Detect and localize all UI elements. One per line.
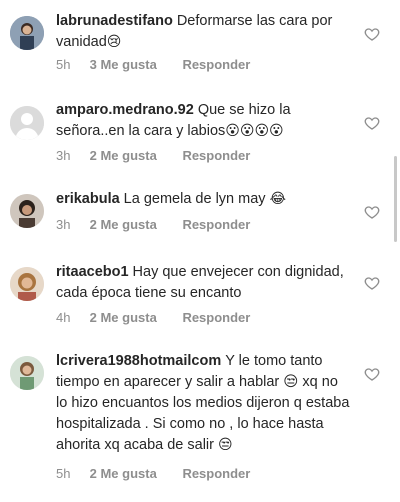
heart-outline-icon[interactable] <box>364 115 380 131</box>
comment-text: erikabula La gemela de lyn may 😂 <box>56 189 352 210</box>
comment-time: 4h <box>56 310 71 325</box>
comment-username[interactable]: ritaacebo1 <box>56 264 129 280</box>
reply-button[interactable]: Responder <box>182 466 250 481</box>
heart-outline-icon[interactable] <box>364 204 380 220</box>
comment-item: amparo.medrano.92 Que se hizo la señora..… <box>0 90 400 180</box>
comment-likes[interactable]: 2 Me gusta <box>90 148 157 163</box>
comment-likes[interactable]: 2 Me gusta <box>90 466 157 481</box>
comment-item: lcrivera1988hotmailcom Y le tomo tanto ti… <box>0 343 400 502</box>
comment-text: labrunadestifano Deformarse las cara por … <box>56 11 352 53</box>
comment-text: amparo.medrano.92 Que se hizo la señora..… <box>56 100 352 142</box>
comment-username[interactable]: labrunadestifano <box>56 13 173 29</box>
comment-item: erikabula La gemela de lyn may 😂 3h 2 Me … <box>0 180 400 260</box>
heart-outline-icon[interactable] <box>364 275 380 291</box>
comment-item: labrunadestifano Deformarse las cara por … <box>0 0 400 90</box>
comment-likes[interactable]: 2 Me gusta <box>90 310 157 325</box>
avatar-image <box>10 16 44 50</box>
comment-emoji: 😒 <box>218 437 233 453</box>
reply-button[interactable]: Responder <box>182 148 250 163</box>
comment-item: ritaacebo1 Hay que envejecer con dignidad… <box>0 258 400 343</box>
comment-likes[interactable]: 3 Me gusta <box>90 57 157 72</box>
user-avatar[interactable] <box>10 194 44 228</box>
comment-text: ritaacebo1 Hay que envejecer con dignidad… <box>56 262 352 304</box>
heart-outline-icon[interactable] <box>364 26 380 42</box>
reply-button[interactable]: Responder <box>182 310 250 325</box>
comment-meta: 3h 2 Me gusta Responder <box>56 217 250 232</box>
comment-meta: 5h 3 Me gusta Responder <box>56 57 250 72</box>
comment-body: La gemela de lyn may <box>123 191 266 207</box>
comment-text: lcrivera1988hotmailcom Y le tomo tanto ti… <box>56 351 352 456</box>
comment-likes[interactable]: 2 Me gusta <box>90 217 157 232</box>
comment-username[interactable]: lcrivera1988hotmailcom <box>56 353 221 369</box>
reply-button[interactable]: Responder <box>182 217 250 232</box>
avatar-image <box>10 267 44 301</box>
comment-meta: 5h 2 Me gusta Responder <box>56 466 250 481</box>
scrollbar-thumb[interactable] <box>394 156 397 242</box>
default-avatar-icon[interactable] <box>10 106 44 140</box>
comment-time: 3h <box>56 148 71 163</box>
avatar-image <box>10 194 44 228</box>
user-avatar[interactable] <box>10 16 44 50</box>
avatar-image <box>10 356 44 390</box>
comment-meta: 3h 2 Me gusta Responder <box>56 148 250 163</box>
heart-outline-icon[interactable] <box>364 366 380 382</box>
comment-emoji: 😢 <box>106 34 122 50</box>
comment-username[interactable]: amparo.medrano.92 <box>56 102 194 118</box>
comment-time: 5h <box>56 57 71 72</box>
comment-username[interactable]: erikabula <box>56 191 120 207</box>
user-avatar[interactable] <box>10 267 44 301</box>
comment-time: 5h <box>56 466 71 481</box>
comment-time: 3h <box>56 217 71 232</box>
user-avatar[interactable] <box>10 356 44 390</box>
comment-emoji: 😂 <box>269 191 286 207</box>
reply-button[interactable]: Responder <box>182 57 250 72</box>
comment-emoji: 😮😮😮😮 <box>225 123 284 139</box>
comment-meta: 4h 2 Me gusta Responder <box>56 310 250 325</box>
